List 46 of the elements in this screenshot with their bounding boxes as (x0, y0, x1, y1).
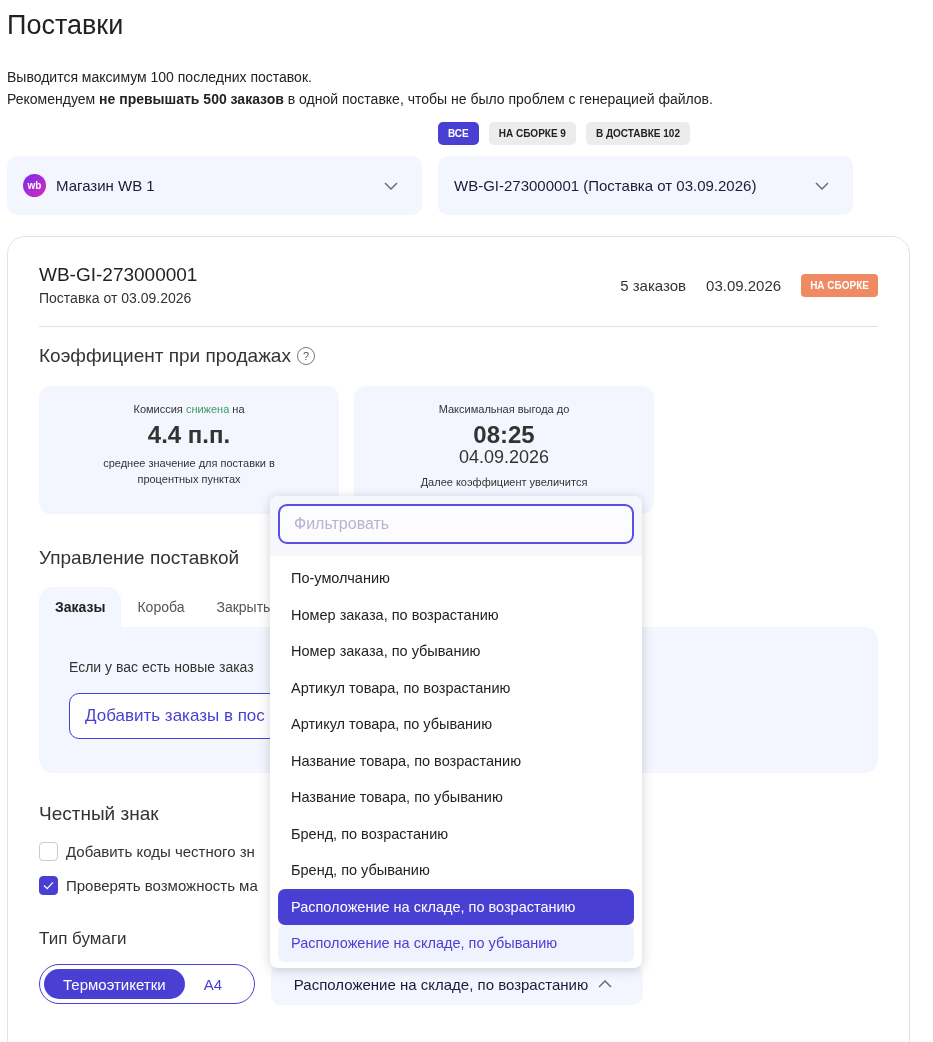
metric-time: 08:25 (472, 421, 536, 449)
section-title: Коэффициент при продажах (39, 345, 291, 367)
section-title: Честный знак (39, 803, 159, 825)
sort-option[interactable]: Артикул товара, по убыванию (278, 706, 634, 743)
metric-note: Далее коэффициент увеличится (419, 476, 589, 488)
status-filter-chip[interactable]: ВСЕ (438, 122, 479, 145)
metric-note: среднее значение для поставки в процентных пунктах (102, 456, 276, 487)
paper-type-option[interactable]: Термоэтикетки (44, 969, 185, 999)
supply-select[interactable]: WB-GI-273000001 (Поставка от 03.09.2026) (438, 156, 853, 215)
status-filter-chip[interactable]: НА СБОРКЕ 9 (488, 122, 576, 145)
section-title: Управление поставкой (39, 547, 240, 569)
tab[interactable]: Заказы (39, 587, 122, 627)
sort-option[interactable]: Название товара, по возрастанию (278, 742, 634, 779)
status-filter-chip[interactable]: В ДОСТАВКЕ 102 (585, 122, 690, 145)
metric-label: Максимальная выгода до (437, 403, 571, 415)
metric-label: Комиссия снижена на (132, 403, 246, 415)
paper-type-option[interactable]: A4 (184, 969, 241, 999)
supply-subtitle: Поставка от 03.09.2026 (39, 290, 193, 306)
filter-input-field[interactable]: Фильтровать (278, 504, 634, 544)
checkbox[interactable] (39, 876, 58, 895)
page-title: Поставки (7, 9, 125, 42)
sort-option[interactable]: Номер заказа, по убыванию (278, 633, 634, 670)
sort-option[interactable]: Расположение на складе, по убыванию (278, 925, 634, 962)
check-icon (43, 881, 54, 890)
metric-date: 04.09.2026 (457, 447, 551, 468)
supply-id: WB-GI-273000001 (39, 264, 198, 286)
status-badge: НА СБОРКЕ (801, 274, 878, 297)
supply-date: 03.09.2026 (706, 277, 782, 294)
checkbox-label: Добавить коды честного зн (66, 843, 255, 860)
orders-count: 5 заказов (620, 277, 687, 294)
panel-text: Если у вас есть новые заказ (69, 659, 255, 675)
sort-option[interactable]: Название товара, по убыванию (278, 779, 634, 816)
caret-icon (815, 181, 829, 190)
checkbox-label: Проверять возможность ма (66, 877, 258, 894)
sort-option[interactable]: Артикул товара, по возрастанию (278, 669, 634, 706)
metric-value: 4.4 п.п. (146, 421, 232, 449)
sort-option[interactable]: Расположение на складе, по возрастанию (278, 888, 634, 925)
store-logo-icon: wb (23, 174, 46, 197)
caret-icon (598, 980, 613, 988)
info-text: Рекомендуем не превышать 500 заказов в одной поставке, чтобы не было проблем с генерацией файлов. (7, 90, 714, 109)
sort-option[interactable]: Бренд, по возрастанию (278, 815, 634, 852)
section-title: Тип бумаги (39, 929, 127, 949)
info-text: Выводится максимум 100 последних поставок. (7, 68, 313, 87)
sort-option[interactable]: Бренд, по убыванию (278, 852, 634, 889)
caret-icon (384, 181, 398, 190)
store-select[interactable]: wb Магазин WB 1 (7, 156, 422, 215)
